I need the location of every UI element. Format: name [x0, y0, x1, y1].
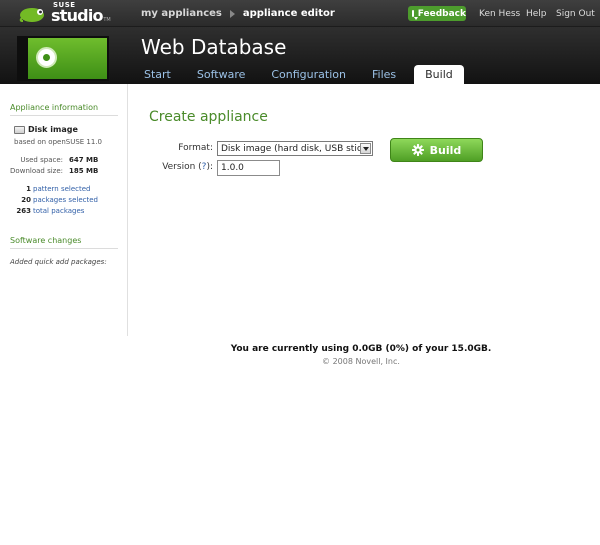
create-appliance-heading: Create appliance — [149, 109, 268, 125]
breadcrumb-appliance-editor: appliance editor — [242, 8, 335, 19]
tab-configuration[interactable]: Configuration — [261, 65, 356, 84]
breadcrumb-separator-icon — [229, 9, 235, 18]
used-space-label: Used space: — [20, 156, 63, 164]
packages-selected-link[interactable]: packages selected — [33, 196, 98, 204]
used-space-stat: Used space: 647 MB — [10, 156, 98, 164]
version-label: Version — [162, 162, 196, 172]
packages-count-number: 20 — [21, 196, 31, 204]
software-changes-text: Added quick add packages: — [10, 258, 107, 266]
used-space-value: 647 MB — [69, 156, 99, 164]
appliance-header: Web Database Start Software Configuratio… — [0, 27, 600, 84]
suse-studio-logo[interactable]: SUSE studio TM — [18, 1, 111, 25]
tab-build[interactable]: Build — [414, 65, 464, 84]
logo-suse-text: SUSE — [53, 1, 76, 9]
page-title: Web Database — [141, 35, 287, 59]
version-label-group: Version (?): — [162, 162, 213, 172]
packages-count: 20 packages selected — [0, 196, 98, 204]
user-name-link[interactable]: Ken Hess — [479, 0, 520, 27]
download-size-value: 185 MB — [69, 167, 99, 175]
total-packages-number: 263 — [16, 207, 31, 215]
download-size-stat: Download size: 185 MB — [10, 167, 98, 175]
software-changes-heading: Software changes — [10, 236, 118, 249]
image-type: Disk image — [14, 125, 78, 134]
build-button[interactable]: Build — [390, 138, 483, 162]
chevron-down-icon[interactable] — [360, 143, 371, 154]
opensuse-logo-icon — [36, 47, 57, 68]
tab-start[interactable]: Start — [134, 65, 181, 84]
pattern-count-number: 1 — [26, 185, 31, 193]
based-on-text: based on openSUSE 11.0 — [14, 138, 103, 146]
gear-icon — [411, 144, 424, 156]
disk-image-icon — [14, 125, 25, 134]
breadcrumb: my appliances appliance editor — [141, 0, 335, 27]
format-label: Format: — [178, 143, 213, 153]
tab-software[interactable]: Software — [187, 65, 256, 84]
feedback-button[interactable]: Feedback — [408, 6, 466, 21]
chameleon-logo-icon — [19, 7, 44, 22]
sign-out-link[interactable]: Sign Out — [556, 0, 595, 27]
sidebar: Appliance information Disk image based o… — [0, 84, 128, 336]
total-packages-count: 263 total packages — [0, 207, 84, 215]
appliance-information-heading: Appliance information — [10, 103, 118, 116]
top-bar: SUSE studio TM my appliances appliance e… — [0, 0, 600, 27]
version-input[interactable] — [217, 160, 280, 176]
feedback-label: Feedback — [417, 8, 466, 19]
total-packages-link[interactable]: total packages — [33, 207, 84, 215]
thumbnail-screen — [28, 38, 107, 79]
logo-trademark: TM — [103, 17, 111, 23]
build-button-label: Build — [429, 143, 462, 157]
breadcrumb-my-appliances[interactable]: my appliances — [141, 8, 222, 19]
tab-bar: Start Software Configuration Files Build — [134, 65, 470, 84]
download-size-label: Download size: — [10, 167, 63, 175]
tab-files[interactable]: Files — [362, 65, 406, 84]
format-select-value: Disk image (hard disk, USB stick) — [221, 143, 371, 154]
pattern-selected-link[interactable]: pattern selected — [33, 185, 91, 193]
image-type-label: Disk image — [28, 125, 78, 134]
version-help-link[interactable]: ? — [202, 162, 207, 172]
format-select[interactable]: Disk image (hard disk, USB stick) — [217, 141, 373, 156]
pattern-count: 1 pattern selected — [0, 185, 91, 193]
speech-bubble-icon — [412, 10, 418, 20]
storage-usage-text: You are currently using 0.0GB (0%) of yo… — [230, 344, 492, 354]
appliance-thumbnail — [17, 36, 109, 81]
copyright-text: © 2008 Novell, Inc. — [322, 357, 400, 366]
help-link[interactable]: Help — [526, 0, 547, 27]
